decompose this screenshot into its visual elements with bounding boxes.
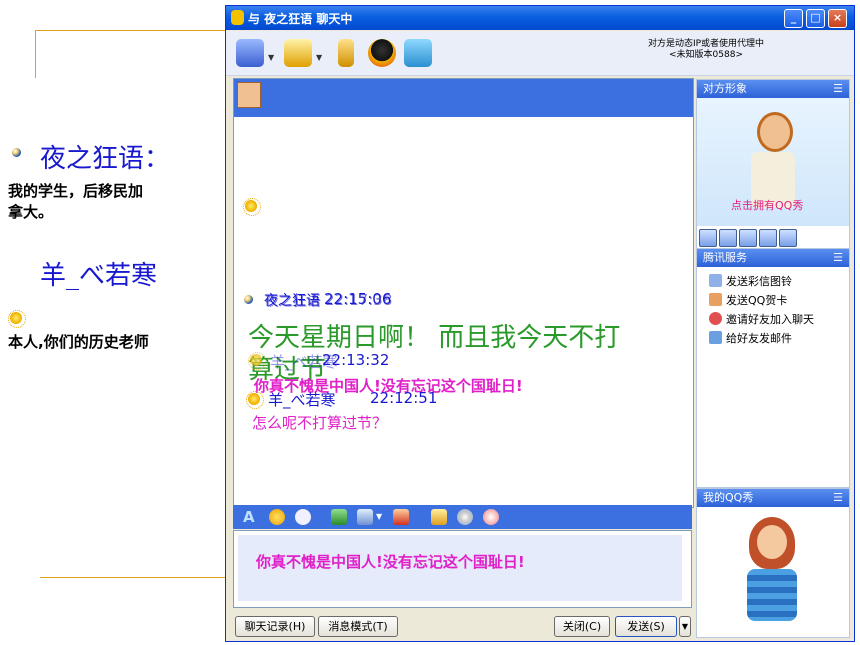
- user1-desc-line2: 拿大。: [8, 203, 54, 221]
- screenshot-dropdown-icon[interactable]: ▼: [376, 509, 384, 525]
- sun-icon: [8, 310, 26, 328]
- mobile-icon: [709, 274, 722, 287]
- card-icon: [709, 293, 722, 306]
- contact-avatar[interactable]: [237, 82, 261, 108]
- slide-line-top-horizontal: [35, 30, 225, 31]
- msg-sender: 羊_べ若寒: [268, 391, 336, 409]
- users-icon: [709, 312, 722, 325]
- qq-penguin-icon[interactable]: [368, 39, 396, 67]
- my-qqshow-title: 我的QQ秀: [703, 491, 754, 504]
- get-qqshow-link[interactable]: 点击拥有QQ秀: [731, 197, 803, 213]
- qqshow-mini-toolbar: [699, 229, 847, 247]
- font-icon[interactable]: A: [243, 509, 259, 525]
- service-item-invite[interactable]: 邀请好友加入聊天: [709, 311, 814, 327]
- file-dropdown-arrow[interactable]: ▼: [316, 53, 322, 62]
- bullet-icon: [244, 295, 253, 304]
- avatar-head: [757, 112, 793, 152]
- album-icon[interactable]: [431, 509, 447, 525]
- minimize-button[interactable]: _: [784, 9, 803, 28]
- sun-icon: [246, 391, 264, 409]
- input-toolbar: A ▼: [233, 505, 692, 529]
- message-input-area[interactable]: 你真不愧是中国人!没有忘记这个国耻日!: [238, 535, 682, 601]
- emoticon-icon[interactable]: [269, 509, 285, 525]
- mini-icon-1[interactable]: [699, 229, 717, 247]
- menu-icon[interactable]: ☰: [833, 80, 843, 98]
- my-qqshow-panel: 我的QQ秀 ☰: [696, 488, 850, 638]
- voice-dropdown-arrow[interactable]: ▼: [268, 53, 274, 62]
- home-icon[interactable]: [393, 509, 409, 525]
- slide-line-top-vertical: [35, 30, 36, 78]
- chat-history-button[interactable]: 聊天记录(H): [235, 616, 315, 637]
- send-options-button[interactable]: ▼: [679, 616, 691, 637]
- sun-icon: [243, 198, 261, 216]
- close-window-button[interactable]: ×: [828, 9, 847, 28]
- msg-time: 22:12:51: [370, 389, 438, 407]
- close-button[interactable]: 关闭(C): [554, 616, 610, 637]
- mini-icon-2[interactable]: [719, 229, 737, 247]
- title-bar[interactable]: 与 夜之狂语 聊天中 _ □ ×: [226, 6, 854, 30]
- file-transfer-icon[interactable]: [284, 39, 312, 67]
- avatar-face: [757, 525, 787, 559]
- input-text: 你真不愧是中国人!没有忘记这个国耻日!: [256, 553, 525, 571]
- chat-history[interactable]: 夜之狂语 22:15:06 夜之狂语 22:17:38 今天星期日啊！ 而且我今…: [233, 78, 694, 508]
- search-icon[interactable]: [483, 509, 499, 525]
- tencent-services-header[interactable]: 腾讯服务 ☰: [697, 249, 849, 267]
- mail-icon: [709, 331, 722, 344]
- magic-emoticon-icon[interactable]: [295, 509, 311, 525]
- user1-desc-line1: 我的学生，后移民加: [8, 182, 144, 200]
- proxy-line2: <未知版本0588>: [669, 50, 743, 60]
- proxy-info: 对方是动态IP或者使用代理中 <未知版本0588>: [606, 39, 806, 61]
- mini-icon-4[interactable]: [759, 229, 777, 247]
- chat-window: 与 夜之狂语 聊天中 _ □ × ▼ ▼ 对方是动态IP或者使用代理中 <未知版…: [225, 5, 855, 642]
- toolbar: ▼ ▼ 对方是动态IP或者使用代理中 <未知版本0588>: [226, 31, 854, 76]
- service-item-email[interactable]: 给好友发邮件: [709, 330, 792, 346]
- msg-time: 22:13:32: [322, 351, 390, 369]
- slide-line-bottom-horizontal: [40, 577, 225, 578]
- window-title: 与 夜之狂语 聊天中: [248, 12, 353, 26]
- send-button[interactable]: 发送(S): [615, 616, 677, 637]
- msg-text: 怎么呢不打算过节？: [252, 414, 388, 432]
- message-input[interactable]: 你真不愧是中国人!没有忘记这个国耻日!: [233, 530, 692, 608]
- message-mode-button[interactable]: 消息模式(T): [318, 616, 398, 637]
- user1-name: 夜之狂语：: [40, 144, 171, 174]
- mobile-phone-icon[interactable]: [338, 39, 354, 67]
- user2-desc: 本人,你们的历史老师: [8, 333, 149, 351]
- tencent-services-title: 腾讯服务: [703, 251, 747, 264]
- menu-icon[interactable]: ☰: [833, 489, 843, 507]
- contact-show-title: 对方形象: [703, 82, 747, 95]
- image-icon[interactable]: [331, 509, 347, 525]
- mini-icon-3[interactable]: [739, 229, 757, 247]
- msg-time: 22:17:38: [325, 291, 393, 309]
- avatar-sweater: [747, 569, 797, 621]
- proxy-line1: 对方是动态IP或者使用代理中: [647, 39, 765, 49]
- my-qqshow-avatar[interactable]: [697, 507, 849, 637]
- msg-sender: 夜之狂语: [265, 294, 321, 310]
- service-item-mms[interactable]: 发送彩信图铃: [709, 273, 792, 289]
- chat-header: [234, 79, 693, 117]
- tencent-services-panel: 腾讯服务 ☰ 发送彩信图铃 发送QQ贺卡 邀请好友加入聊天 给好友发邮件: [696, 248, 850, 488]
- qzone-icon[interactable]: [404, 39, 432, 67]
- menu-icon[interactable]: ☰: [833, 249, 843, 267]
- qq-logo-icon: [231, 10, 244, 25]
- bullet-icon: [12, 148, 21, 157]
- maximize-button[interactable]: □: [806, 9, 825, 28]
- voice-chat-icon[interactable]: [236, 39, 264, 67]
- my-qqshow-header[interactable]: 我的QQ秀 ☰: [697, 489, 849, 507]
- sun-icon: [248, 352, 266, 370]
- cd-music-icon[interactable]: [457, 509, 473, 525]
- screenshot-icon[interactable]: [357, 509, 373, 525]
- contact-show-panel: 对方形象 ☰ 点击拥有QQ秀: [696, 79, 850, 249]
- user2-name: 羊_べ若寒: [40, 261, 158, 291]
- service-item-card[interactable]: 发送QQ贺卡: [709, 292, 787, 308]
- contact-show-header[interactable]: 对方形象 ☰: [697, 80, 849, 98]
- mini-icon-5[interactable]: [779, 229, 797, 247]
